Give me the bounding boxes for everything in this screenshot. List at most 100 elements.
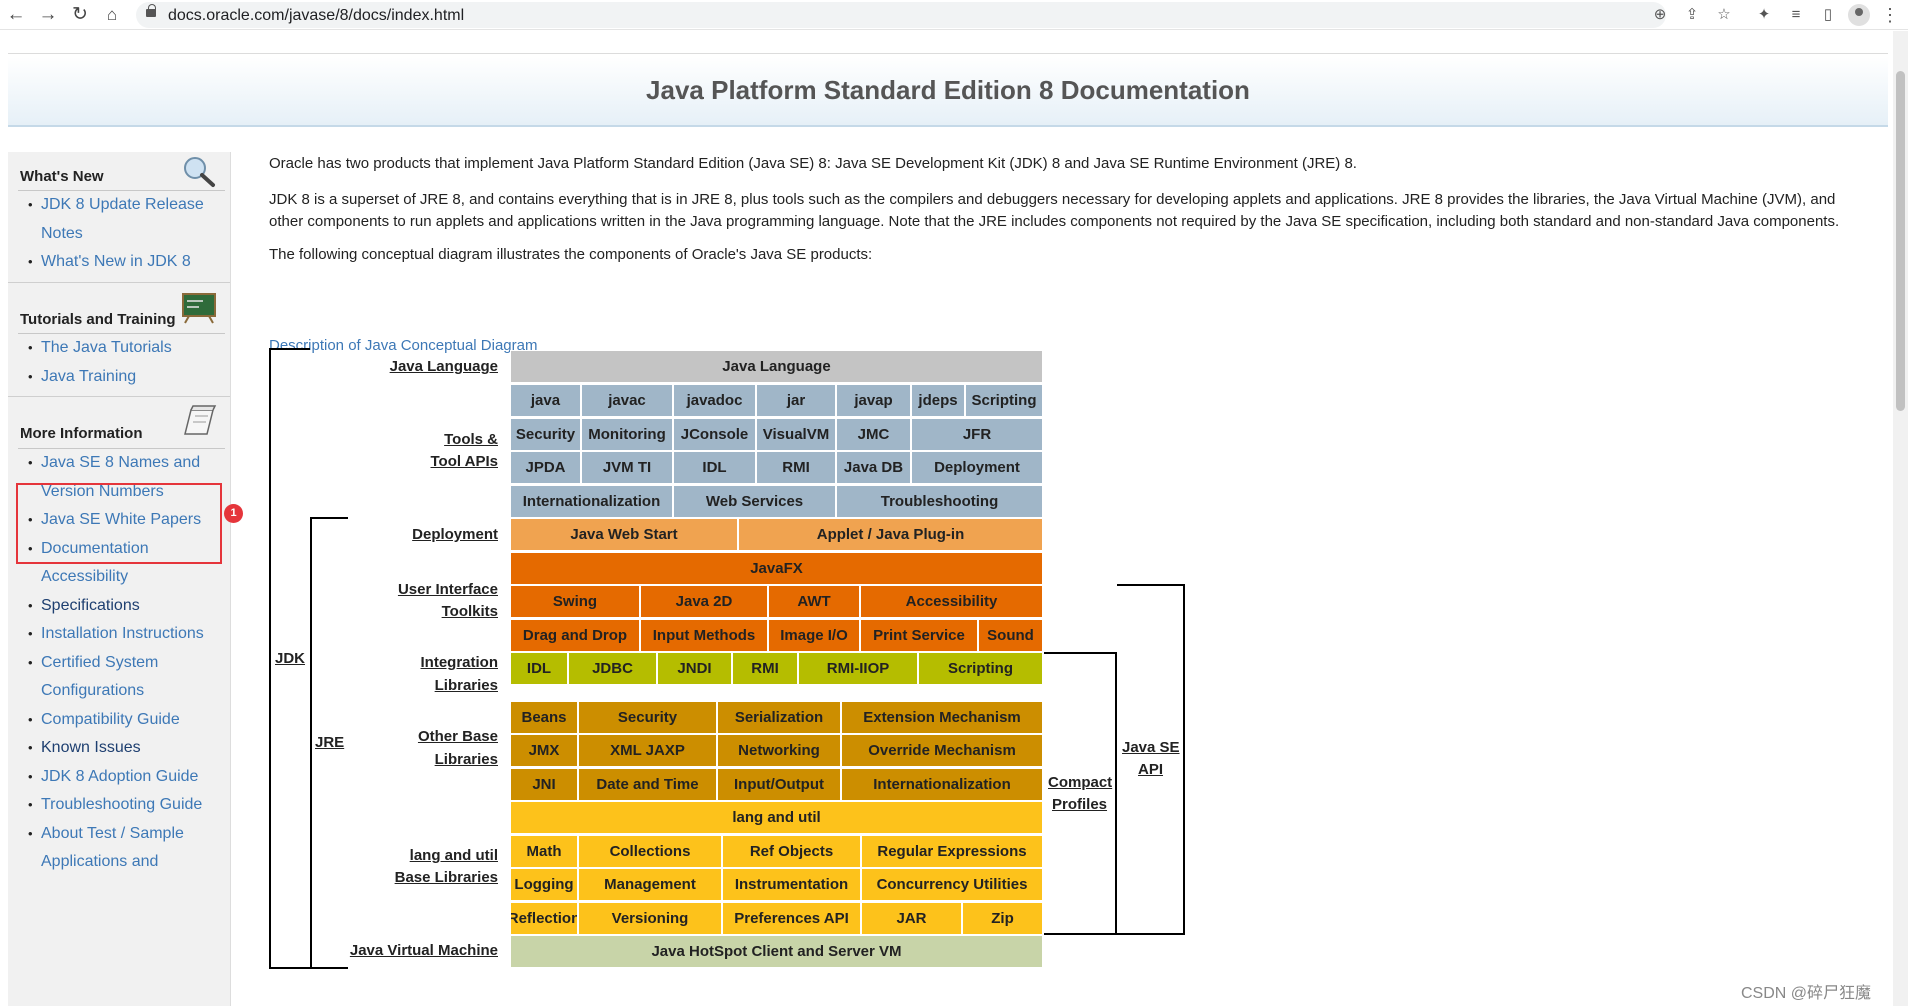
diagram-cell-tools3-2[interactable]: IDL xyxy=(673,451,756,484)
diagram-cell-tools4-1[interactable]: Web Services xyxy=(673,485,836,518)
diagram-cell-other1-3[interactable]: Extension Mechanism xyxy=(841,701,1043,734)
label-tools-1[interactable]: Tools & xyxy=(340,429,498,451)
diagram-cell-lang3-2[interactable]: Preferences API xyxy=(722,902,861,935)
diagram-cell-tools2-3[interactable]: VisualVM xyxy=(756,418,836,451)
diagram-cell-tools1-2[interactable]: javadoc xyxy=(673,384,756,417)
bookmark-star-icon[interactable]: ☆ xyxy=(1712,3,1736,27)
link-jdk8-adoption-guide[interactable]: JDK 8 Adoption Guide xyxy=(41,768,198,785)
label-integration-2[interactable]: Libraries xyxy=(340,675,498,697)
diagram-cell-tools1-4[interactable]: javap xyxy=(836,384,911,417)
diagram-cell-langutil-0[interactable]: lang and util xyxy=(510,801,1043,834)
diagram-cell-ui2-1[interactable]: Input Methods xyxy=(640,619,768,652)
diagram-cell-deploy-1[interactable]: Applet / Java Plug-in xyxy=(738,518,1043,551)
vertical-scrollbar[interactable] xyxy=(1893,31,1908,1006)
diagram-cell-tools2-0[interactable]: Security xyxy=(510,418,581,451)
diagram-cell-tools2-5[interactable]: JFR xyxy=(911,418,1043,451)
diagram-cell-lang1-3[interactable]: Regular Expressions xyxy=(861,835,1043,868)
diagram-cell-other3-0[interactable]: JNI xyxy=(510,768,578,801)
profile-avatar-icon[interactable] xyxy=(1848,4,1870,26)
diagram-cell-tools2-4[interactable]: JMC xyxy=(836,418,911,451)
diagram-cell-lang2-2[interactable]: Instrumentation xyxy=(722,868,861,901)
link-specifications[interactable]: Specifications xyxy=(41,597,140,614)
reload-icon[interactable]: ↻ xyxy=(68,3,92,27)
diagram-cell-tools4-0[interactable]: Internationalization xyxy=(510,485,673,518)
label-jdk[interactable]: JDK xyxy=(275,648,305,670)
link-about-test-sample-apps[interactable]: About Test / Sample Applications and xyxy=(41,825,184,871)
diagram-cell-ui1-3[interactable]: Accessibility xyxy=(860,585,1043,618)
diagram-cell-ui1-2[interactable]: AWT xyxy=(768,585,860,618)
diagram-cell-tools1-3[interactable]: jar xyxy=(756,384,836,417)
back-icon[interactable]: ← xyxy=(4,3,28,27)
label-java-language[interactable]: Java Language xyxy=(340,356,498,378)
diagram-cell-tools1-6[interactable]: Scripting xyxy=(965,384,1043,417)
diagram-cell-tools2-1[interactable]: Monitoring xyxy=(581,418,673,451)
diagram-cell-ui2-3[interactable]: Print Service xyxy=(860,619,978,652)
label-tools-2[interactable]: Tool APIs xyxy=(340,451,499,473)
label-other-2[interactable]: Libraries xyxy=(340,749,498,771)
diagram-cell-integ-0[interactable]: IDL xyxy=(510,652,568,685)
label-compact-1[interactable]: Compact xyxy=(1048,772,1112,794)
scrollbar-thumb[interactable] xyxy=(1896,71,1905,411)
share-icon[interactable]: ⇪ xyxy=(1680,3,1704,27)
label-lang-2[interactable]: Base Libraries xyxy=(340,867,498,889)
link-jdk8-update-release-notes[interactable]: JDK 8 Update Release Notes xyxy=(41,191,211,248)
diagram-cell-other1-1[interactable]: Security xyxy=(578,701,717,734)
home-icon[interactable]: ⌂ xyxy=(100,3,124,27)
diagram-cell-ui2-0[interactable]: Drag and Drop xyxy=(510,619,640,652)
diagram-cell-other3-2[interactable]: Input/Output xyxy=(717,768,841,801)
diagram-cell-other3-1[interactable]: Date and Time xyxy=(578,768,717,801)
diagram-cell-tools3-5[interactable]: Deployment xyxy=(911,451,1043,484)
forward-icon[interactable]: → xyxy=(36,3,60,27)
diagram-cell-tools1-1[interactable]: javac xyxy=(581,384,673,417)
diagram-cell-other1-0[interactable]: Beans xyxy=(510,701,578,734)
diagram-cell-integ-1[interactable]: JDBC xyxy=(568,652,657,685)
diagram-cell-tools3-0[interactable]: JPDA xyxy=(510,451,581,484)
label-deployment[interactable]: Deployment xyxy=(340,524,498,546)
diagram-cell-other2-0[interactable]: JMX xyxy=(510,734,578,767)
diagram-cell-other2-2[interactable]: Networking xyxy=(717,734,841,767)
diagram-cell-lang2-3[interactable]: Concurrency Utilities xyxy=(861,868,1043,901)
label-api-2[interactable]: API xyxy=(1138,759,1163,781)
diagram-cell-other1-2[interactable]: Serialization xyxy=(717,701,841,734)
label-other-1[interactable]: Other Base xyxy=(340,726,498,748)
address-bar[interactable]: docs.oracle.com/javase/8/docs/index.html xyxy=(136,2,1666,28)
diagram-cell-integ-5[interactable]: Scripting xyxy=(918,652,1043,685)
diagram-cell-integ-2[interactable]: JNDI xyxy=(657,652,732,685)
link-troubleshooting-guide[interactable]: Troubleshooting Guide xyxy=(41,796,202,813)
link-known-issues[interactable]: Known Issues xyxy=(41,739,141,756)
diagram-cell-other2-1[interactable]: XML JAXP xyxy=(578,734,717,767)
diagram-cell-lang-0[interactable]: Java Language xyxy=(510,350,1043,383)
label-lang-1[interactable]: lang and util xyxy=(340,845,498,867)
diagram-cell-tools3-3[interactable]: RMI xyxy=(756,451,836,484)
label-ui-1[interactable]: User Interface xyxy=(340,579,498,601)
diagram-cell-ui1-1[interactable]: Java 2D xyxy=(640,585,768,618)
label-integration-1[interactable]: Integration xyxy=(340,652,499,674)
diagram-cell-other3-3[interactable]: Internationalization xyxy=(841,768,1043,801)
label-ui-2[interactable]: Toolkits xyxy=(340,601,498,623)
diagram-cell-javafx-0[interactable]: JavaFX xyxy=(510,552,1043,585)
diagram-cell-lang1-1[interactable]: Collections xyxy=(578,835,722,868)
url-text[interactable]: docs.oracle.com/javase/8/docs/index.html xyxy=(168,7,464,25)
diagram-cell-ui1-0[interactable]: Swing xyxy=(510,585,640,618)
diagram-cell-tools1-5[interactable]: jdeps xyxy=(911,384,965,417)
diagram-cell-other2-3[interactable]: Override Mechanism xyxy=(841,734,1043,767)
label-jre[interactable]: JRE xyxy=(315,732,344,754)
diagram-cell-lang2-1[interactable]: Management xyxy=(578,868,722,901)
link-certified-system-configurations[interactable]: Certified System Configurations xyxy=(41,654,158,700)
link-installation-instructions[interactable]: Installation Instructions xyxy=(41,625,204,642)
diagram-cell-lang3-3[interactable]: JAR xyxy=(861,902,962,935)
diagram-cell-lang3-4[interactable]: Zip xyxy=(962,902,1043,935)
zoom-icon[interactable]: ⊕ xyxy=(1648,3,1672,27)
diagram-cell-lang2-0[interactable]: Logging xyxy=(510,868,578,901)
diagram-cell-vm-0[interactable]: Java HotSpot Client and Server VM xyxy=(510,935,1043,968)
link-compatibility-guide[interactable]: Compatibility Guide xyxy=(41,711,180,728)
diagram-cell-tools4-2[interactable]: Troubleshooting xyxy=(836,485,1043,518)
link-java-tutorials[interactable]: The Java Tutorials xyxy=(41,339,172,356)
diagram-cell-integ-4[interactable]: RMI-IIOP xyxy=(798,652,918,685)
diagram-cell-lang3-0[interactable]: Reflection xyxy=(510,902,578,935)
label-compact-2[interactable]: Profiles xyxy=(1052,794,1107,816)
diagram-cell-tools2-2[interactable]: JConsole xyxy=(673,418,756,451)
diagram-cell-lang1-0[interactable]: Math xyxy=(510,835,578,868)
diagram-cell-deploy-0[interactable]: Java Web Start xyxy=(510,518,738,551)
diagram-cell-lang1-2[interactable]: Ref Objects xyxy=(722,835,861,868)
